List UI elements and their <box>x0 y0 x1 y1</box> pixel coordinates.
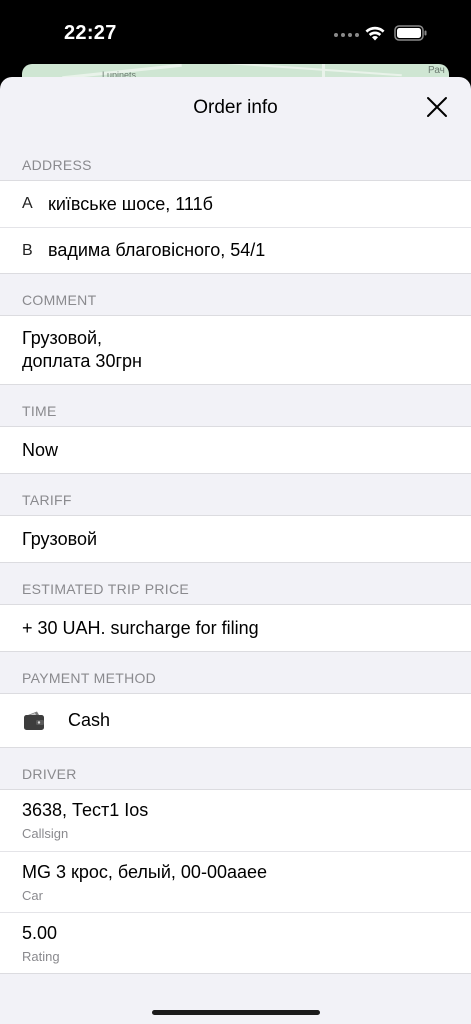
address-row-b: B вадима благовісного, 54/1 <box>0 227 471 273</box>
status-time: 22:27 <box>64 22 117 44</box>
map-label: Рач <box>428 65 445 76</box>
time-row: Now <box>0 427 471 473</box>
close-icon[interactable] <box>425 95 449 119</box>
payment-value: Cash <box>68 710 111 730</box>
address-row-a: A київське шосе, 111б <box>0 181 471 227</box>
section-header-payment: PAYMENT METHOD <box>22 670 157 686</box>
address-letter-a: A <box>22 195 33 212</box>
time-value: Now <box>22 439 59 460</box>
cellular-signal-icon <box>334 33 359 37</box>
time-group: Now <box>0 426 471 474</box>
price-row: + 30 UAH. surcharge for filing <box>0 605 471 651</box>
driver-callsign-value: 3638, Тест1 Ios <box>22 800 149 820</box>
driver-car-label: Car <box>22 887 43 903</box>
comment-row: Грузовой, доплата 30грн <box>0 316 471 384</box>
home-indicator[interactable] <box>152 1010 320 1015</box>
section-header-tariff: TARIFF <box>22 492 72 508</box>
status-bar: 22:27 <box>0 0 471 68</box>
screen: 22:27 Lupinets Рач Order info ADDRESS A … <box>0 0 471 1024</box>
driver-rating-label: Rating <box>22 948 60 964</box>
order-info-sheet: Order info ADDRESS A київське шосе, 111б… <box>0 77 471 1024</box>
price-value: + 30 UAH. surcharge for filing <box>22 617 259 638</box>
driver-car-row: MG 3 крос, белый, 00-00ааее Car <box>0 851 471 912</box>
section-header-comment: COMMENT <box>22 292 97 308</box>
section-header-time: TIME <box>22 403 57 419</box>
driver-rating-row: 5.00 Rating <box>0 912 471 973</box>
driver-callsign-row: 3638, Тест1 Ios Callsign <box>0 790 471 851</box>
wallet-icon <box>24 711 44 730</box>
address-text-b: вадима благовісного, 54/1 <box>48 240 266 260</box>
section-header-driver: DRIVER <box>22 766 77 782</box>
section-header-address: ADDRESS <box>22 157 92 173</box>
address-text-a: київське шосе, 111б <box>48 193 213 214</box>
driver-car-value: MG 3 крос, белый, 00-00ааее <box>22 861 268 882</box>
driver-callsign-label: Callsign <box>22 826 69 841</box>
comment-group: Грузовой, доплата 30грн <box>0 315 471 385</box>
driver-rating-value: 5.00 <box>22 922 58 943</box>
section-header-price: ESTIMATED TRIP PRICE <box>22 581 190 597</box>
page-title: Order info <box>193 97 278 118</box>
comment-line: доплата 30грн <box>22 351 142 371</box>
tariff-group: Грузовой <box>0 515 471 563</box>
tariff-value: Грузовой <box>22 528 98 549</box>
address-letter-b: B <box>22 241 33 259</box>
battery-icon <box>394 25 427 41</box>
wifi-icon <box>365 26 385 41</box>
driver-group: 3638, Тест1 Ios Callsign MG 3 крос, белы… <box>0 789 471 974</box>
payment-group: Cash <box>0 693 471 748</box>
sheet-header: Order info <box>0 77 471 139</box>
payment-row: Cash <box>0 694 471 747</box>
comment-line: Грузовой, <box>22 328 103 348</box>
tariff-row: Грузовой <box>0 516 471 562</box>
price-group: + 30 UAH. surcharge for filing <box>0 604 471 652</box>
address-group: A київське шосе, 111б B вадима благовісн… <box>0 180 471 274</box>
